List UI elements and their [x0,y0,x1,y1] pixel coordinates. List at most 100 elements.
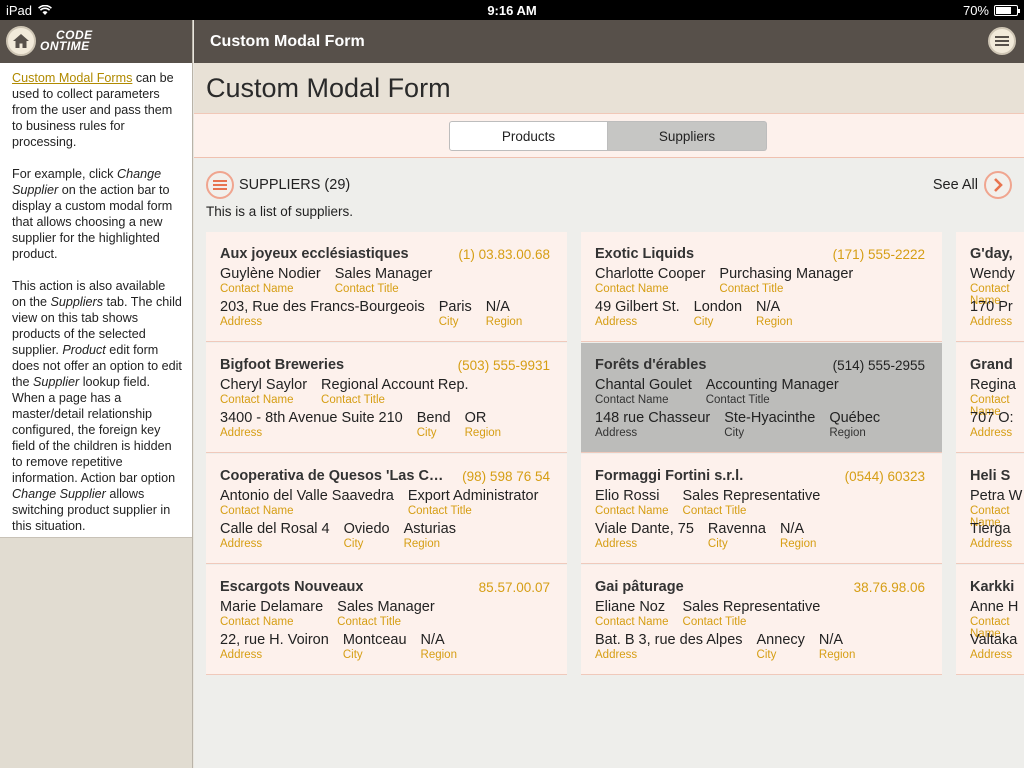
view-header: SUPPLIERS (29) See All This is a list of… [194,158,1024,219]
contact-title: Sales Manager [337,599,435,615]
city-label: City [724,427,745,439]
contact-name: Elio Rossi [595,488,660,504]
sidebar-description: Custom Modal Forms can be used to collec… [0,63,192,538]
city: Oviedo [343,521,390,537]
top-bar: Custom Modal Form [194,20,1024,63]
supplier-name: Formaggi Fortini s.r.l. [595,468,744,484]
contact-name-label: Contact Name [220,505,294,517]
address-label: Address [220,538,263,550]
contact-name-label: Contact Name [595,283,669,295]
supplier-name: Bigfoot Breweries [220,357,345,373]
home-button[interactable] [6,26,36,56]
supplier-name: Grand [970,357,1013,373]
supplier-card[interactable]: Gai pâturage 38.76.98.06 Eliane Noz Conta… [581,565,942,675]
address-label: Address [970,427,1013,439]
city: Montceau [342,632,407,648]
supplier-name: Heli S [970,468,1011,484]
contact-name: Marie Delamare [220,599,324,615]
contact-title: Sales Representative [682,488,821,504]
supplier-name: Gai pâturage [595,579,684,595]
supplier-card-partial[interactable]: G'day, Wendy Contact Name 170 Pr Address [956,232,1024,342]
region-label: Region [403,538,441,550]
supplier-phone: 38.76.98.06 [853,580,925,595]
address: 22, rue H. Voiron [220,632,329,648]
contact-name-label: Contact Name [595,616,669,628]
contact-name: Charlotte Cooper [595,266,706,282]
menu-icon [995,36,1009,46]
supplier-card[interactable]: Bigfoot Breweries (503) 555-9931 Cheryl … [206,343,567,453]
tab-suppliers[interactable]: Suppliers [608,121,767,151]
address: 707 O: [970,410,1014,426]
view-description: This is a list of suppliers. [206,204,354,219]
address: 3400 - 8th Avenue Suite 210 [220,410,403,426]
sidebar: CODE ONTIME Custom Modal Forms can be us… [0,20,193,768]
tab-products[interactable]: Products [449,121,608,151]
address: 148 rue Chasseur [595,410,711,426]
address: 170 Pr [970,299,1013,315]
see-all-button[interactable] [984,171,1012,199]
supplier-card-partial[interactable]: Karkki Anne H Contact Name Valtaka Address [956,565,1024,675]
address: 203, Rue des Francs-Bourgeois [220,299,425,315]
contact-name: Petra W [970,488,1023,504]
supplier-phone: (98) 598 76 54 [462,469,550,484]
see-all-link[interactable]: See All [933,177,978,193]
contact-name: Regina [970,377,1016,393]
address: Tierga [970,521,1011,537]
sidebar-header: CODE ONTIME [0,20,192,63]
contact-title: Purchasing Manager [719,266,854,282]
supplier-card-partial[interactable]: Heli S Petra W Contact Name Tierga Address [956,454,1024,564]
address-label: Address [595,649,638,661]
contact-name: Cheryl Saylor [220,377,308,393]
supplier-card[interactable]: Cooperativa de Quesos 'Las C… (98) 598 7… [206,454,567,564]
view-menu-button[interactable] [206,171,234,199]
supplier-card[interactable]: Exotic Liquids (171) 555-2222 Charlotte … [581,232,942,342]
city: Paris [438,299,472,315]
supplier-card-partial[interactable]: Grand Regina Contact Name 707 O: Address [956,343,1024,453]
app-logo[interactable]: CODE ONTIME [40,29,93,52]
battery-percent: 70% [962,3,989,18]
supplier-card-selected[interactable]: Forêts d'érables (514) 555-2955 Chantal … [581,343,942,453]
city: Annecy [756,632,805,648]
contact-title: Regional Account Rep. [321,377,469,393]
address-label: Address [595,316,638,328]
region: N/A [779,521,805,537]
sidebar-paragraph-3: This action is also available on the Sup… [12,279,182,533]
region-label: Region [464,427,502,439]
supplier-phone: (503) 555-9931 [457,358,550,373]
city: Ravenna [707,521,766,537]
contact-name: Guylène Nodier [220,266,321,282]
chevron-right-icon [994,178,1003,192]
address: Valtaka [970,632,1018,648]
address-label: Address [595,427,638,439]
city: Ste-Hyacinthe [724,410,816,426]
custom-modal-forms-link[interactable]: Custom Modal Forms [12,71,132,85]
contact-title-label: Contact Title [321,394,385,406]
app-title: Custom Modal Form [210,33,365,50]
address: 49 Gilbert St. [595,299,680,315]
supplier-card[interactable]: Aux joyeux ecclésiastiques (1) 03.83.00.… [206,232,567,342]
region: Asturias [403,521,456,537]
contact-title-label: Contact Title [337,616,402,628]
status-bar: iPad 9:16 AM 70% [0,0,1024,20]
contact-name: Eliane Noz [595,599,666,615]
clock: 9:16 AM [487,3,537,18]
sidebar-paragraph-2: For example, click Change Supplier on th… [12,167,173,261]
main-menu-button[interactable] [988,27,1016,55]
city-label: City [416,427,437,439]
region: N/A [485,299,510,315]
supplier-name: Cooperativa de Quesos 'Las C… [220,468,444,484]
address: Calle del Rosal 4 [220,521,330,537]
supplier-card[interactable]: Escargots Nouveaux 85.57.00.07 Marie Del… [206,565,567,675]
menu-icon [213,180,227,190]
region-label: Region [756,316,793,328]
contact-name-label: Contact Name [595,505,669,517]
address: Viale Dante, 75 [595,521,694,537]
supplier-name: Exotic Liquids [595,246,695,262]
battery-icon [994,5,1020,16]
supplier-card[interactable]: Formaggi Fortini s.r.l. (0544) 60323 Eli… [581,454,942,564]
region-label: Region [485,316,523,328]
contact-name: Anne H [970,599,1019,615]
region-label: Region [420,649,457,661]
region: N/A [756,299,781,315]
home-icon [13,34,29,48]
